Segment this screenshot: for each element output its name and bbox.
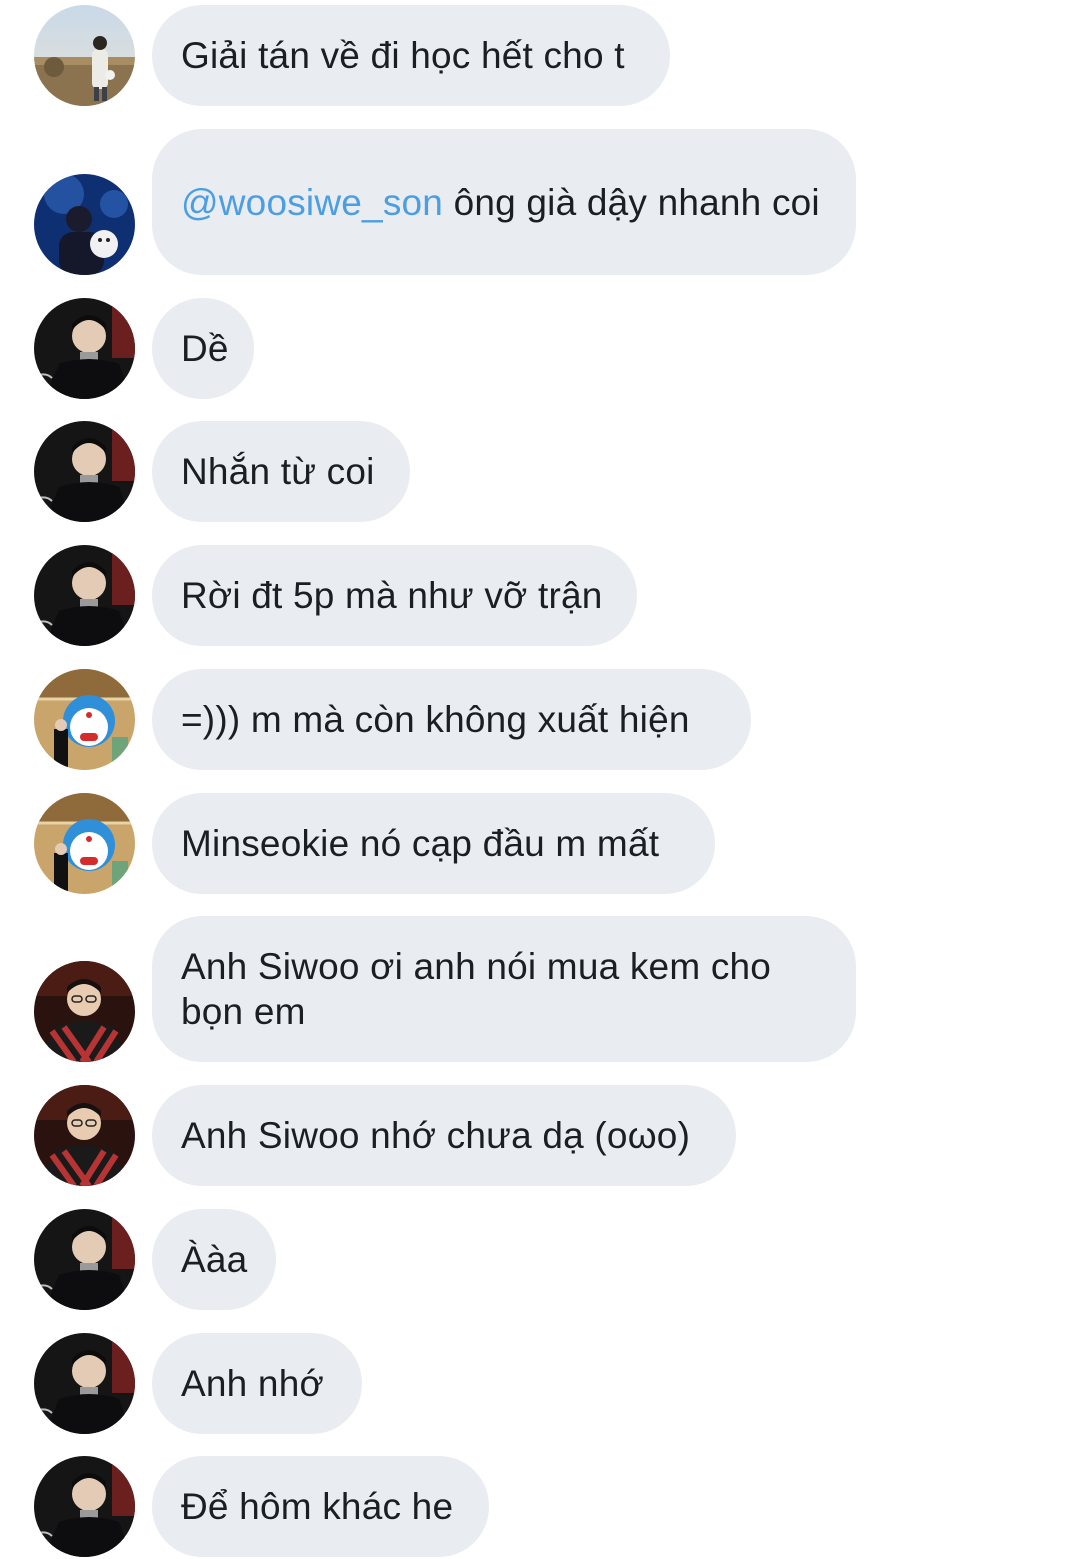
message-row: Anh nhớ xyxy=(0,1333,1080,1434)
message-row: Giải tán về đi học hết cho t xyxy=(0,5,1080,106)
message-bubble[interactable]: Dề xyxy=(152,298,254,399)
message-bubble[interactable]: Minseokie nó cạp đầu m mất xyxy=(152,793,715,894)
avatar-user-blue-night-photo xyxy=(34,174,135,275)
avatar-user-dark-coat xyxy=(34,298,135,399)
message-text: Rời đt 5p mà như vỡ trận xyxy=(181,575,603,616)
avatar[interactable] xyxy=(34,669,135,770)
message-row: Dề xyxy=(0,298,1080,399)
avatar-user-dark-coat xyxy=(34,1456,135,1557)
message-text: Anh Siwoo nhớ chưa dạ (oωo) xyxy=(181,1115,691,1156)
message-text-body: ông già dậy nhanh coi xyxy=(443,181,820,223)
avatar-user-cartoon-cat-background xyxy=(34,669,135,770)
avatar[interactable] xyxy=(34,174,135,275)
message-bubble[interactable]: @woosiwe_son ông già dậy nhanh coi xyxy=(152,129,856,275)
message-text: Giải tán về đi học hết cho t xyxy=(181,35,625,76)
user-mention-link[interactable]: @woosiwe_son xyxy=(181,182,443,223)
chat-message-list: Giải tán về đi học hết cho t @woosiwe_so… xyxy=(0,0,1080,1559)
avatar-user-dark-coat xyxy=(34,1209,135,1310)
message-row: Anh Siwoo ơi anh nói mua kem cho bọn em xyxy=(0,916,1080,1062)
message-row: Để hôm khác he xyxy=(0,1456,1080,1557)
avatar-user-cartoon-cat-background xyxy=(34,793,135,894)
message-row: Nhắn từ coi xyxy=(0,421,1080,522)
message-text: Anh Siwoo ơi anh nói mua kem cho bọn em xyxy=(181,946,782,1032)
message-text: Nhắn từ coi xyxy=(181,451,375,492)
avatar[interactable] xyxy=(34,1456,135,1557)
message-bubble[interactable]: =))) m mà còn không xuất hiện xyxy=(152,669,751,770)
message-bubble[interactable]: Để hôm khác he xyxy=(152,1456,489,1557)
avatar[interactable] xyxy=(34,5,135,106)
message-bubble[interactable]: Rời đt 5p mà như vỡ trận xyxy=(152,545,637,646)
message-bubble[interactable]: Anh Siwoo nhớ chưa dạ (oωo) xyxy=(152,1085,736,1186)
message-text: =))) m mà còn không xuất hiện xyxy=(181,699,690,740)
message-text: Anh nhớ xyxy=(181,1363,324,1404)
avatar-user-dark-coat xyxy=(34,1333,135,1434)
avatar[interactable] xyxy=(34,961,135,1062)
avatar-user-dark-coat xyxy=(34,545,135,646)
avatar-user-field-photo xyxy=(34,5,135,106)
message-bubble[interactable]: Anh Siwoo ơi anh nói mua kem cho bọn em xyxy=(152,916,856,1062)
avatar-user-glasses-red-scarf xyxy=(34,1085,135,1186)
message-row: =))) m mà còn không xuất hiện xyxy=(0,669,1080,770)
avatar-user-dark-coat xyxy=(34,421,135,522)
avatar[interactable] xyxy=(34,545,135,646)
message-row: @woosiwe_son ông già dậy nhanh coi xyxy=(0,129,1080,275)
message-text: Ààa xyxy=(181,1239,248,1280)
message-bubble[interactable]: Nhắn từ coi xyxy=(152,421,410,522)
message-row: Anh Siwoo nhớ chưa dạ (oωo) xyxy=(0,1085,1080,1186)
message-text: Minseokie nó cạp đầu m mất xyxy=(181,823,660,864)
message-bubble[interactable]: Anh nhớ xyxy=(152,1333,362,1434)
avatar[interactable] xyxy=(34,1085,135,1186)
avatar[interactable] xyxy=(34,1209,135,1310)
message-row: Minseokie nó cạp đầu m mất xyxy=(0,793,1080,894)
message-text: Để hôm khác he xyxy=(181,1486,454,1527)
avatar[interactable] xyxy=(34,298,135,399)
message-bubble[interactable]: Giải tán về đi học hết cho t xyxy=(152,5,670,106)
message-text: @woosiwe_son ông già dậy nhanh coi xyxy=(181,180,820,225)
message-row: Rời đt 5p mà như vỡ trận xyxy=(0,545,1080,646)
avatar-user-glasses-red-scarf xyxy=(34,961,135,1062)
avatar[interactable] xyxy=(34,1333,135,1434)
message-bubble[interactable]: Ààa xyxy=(152,1209,276,1310)
message-row: Ààa xyxy=(0,1209,1080,1310)
avatar[interactable] xyxy=(34,421,135,522)
avatar[interactable] xyxy=(34,793,135,894)
message-text: Dề xyxy=(181,328,229,369)
